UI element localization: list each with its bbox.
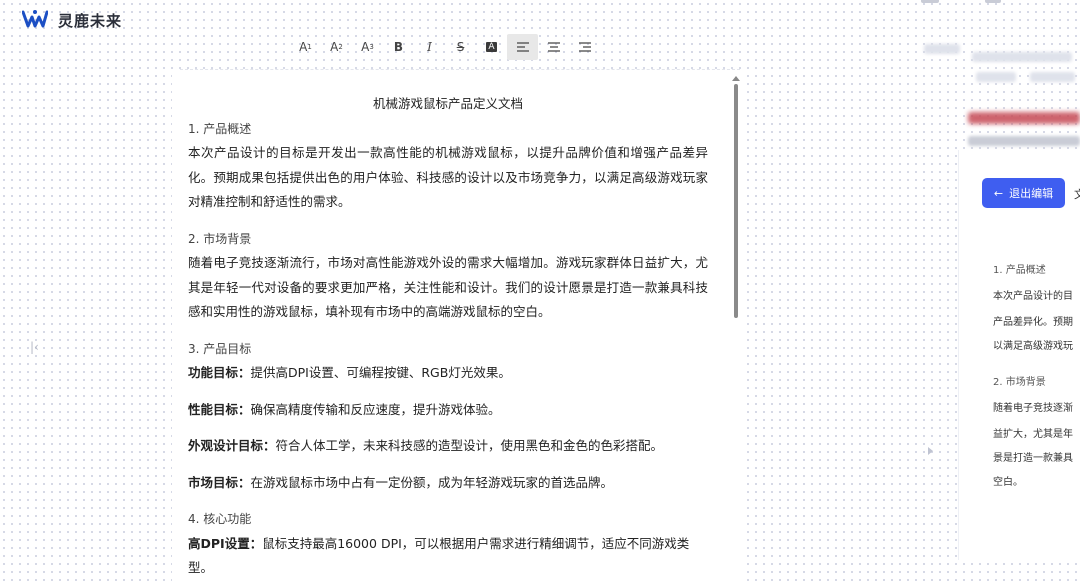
paragraph: 随着电子竞技逐渐流行，市场对高性能游戏外设的需求大幅增加。游戏玩家群体日益扩大，… bbox=[188, 255, 708, 319]
goal-text: 提供高DPI设置、可编程按键、RGB灯光效果。 bbox=[250, 365, 511, 380]
preview-line: 随着电子竞技逐渐 bbox=[993, 403, 1073, 414]
blurred-placeholder bbox=[1030, 72, 1075, 82]
document-editor[interactable]: 机械游戏鼠标产品定义文档 1. 产品概述 本次产品设计的目标是开发出一款高性能的… bbox=[172, 72, 742, 586]
expand-arrow-icon[interactable] bbox=[928, 447, 933, 455]
toolbar-divider bbox=[180, 69, 740, 70]
heading-2-button[interactable]: A2 bbox=[321, 34, 352, 60]
brand-name: 灵鹿未来 bbox=[58, 11, 123, 30]
goal-item: 功能目标：提供高DPI设置、可编程按键、RGB灯光效果。 bbox=[188, 361, 708, 386]
goal-label: 市场目标： bbox=[188, 474, 251, 490]
blurred-placeholder bbox=[972, 52, 1072, 62]
align-right-button[interactable] bbox=[569, 34, 600, 60]
preview-line: 空白。 bbox=[993, 477, 1023, 488]
preview-heading: 1. 产品概述 bbox=[993, 265, 1046, 276]
deer-logo-icon bbox=[22, 10, 48, 28]
partial-button-label[interactable]: 文 bbox=[1074, 186, 1080, 202]
align-center-icon bbox=[547, 42, 560, 52]
exit-edit-label: 退出编辑 bbox=[1009, 187, 1054, 200]
goal-item: 外观设计目标：符合人体工学，未来科技感的造型设计，使用黑色和金色的色彩搭配。 bbox=[188, 434, 708, 459]
brand: 灵鹿未来 bbox=[22, 8, 122, 32]
top-handle bbox=[921, 0, 939, 3]
blurred-placeholder bbox=[924, 44, 960, 54]
strikethrough-button[interactable]: S bbox=[445, 34, 476, 60]
goal-text: 符合人体工学，未来科技感的造型设计，使用黑色和金色的色彩搭配。 bbox=[275, 438, 664, 453]
blurred-placeholder bbox=[968, 136, 1080, 146]
preview-line: 景是打造一款兼具 bbox=[993, 453, 1073, 464]
preview-line: 产品差异化。预期 bbox=[993, 317, 1073, 328]
goal-text: 在游戏鼠标市场中占有一定份额，成为年轻游戏玩家的首选品牌。 bbox=[250, 474, 614, 490]
goal-label: 外观设计目标： bbox=[188, 438, 276, 453]
goal-item: 市场目标：在游戏鼠标市场中占有一定份额，成为年轻游戏玩家的首选品牌。 bbox=[188, 471, 708, 496]
align-left-icon bbox=[516, 42, 529, 52]
blurred-placeholder bbox=[976, 72, 1016, 82]
heading-3-button[interactable]: A3 bbox=[352, 34, 383, 60]
align-right-icon bbox=[578, 42, 591, 52]
heading-1-button[interactable]: A1 bbox=[290, 34, 321, 60]
format-toolbar: A1 A2 A3 B I S A bbox=[290, 34, 600, 60]
document-title: 机械游戏鼠标产品定义文档 bbox=[372, 96, 523, 111]
blurred-placeholder bbox=[968, 112, 1080, 124]
preview-line: 益扩大，尤其是年 bbox=[993, 429, 1073, 440]
preview-line: 本次产品设计的目 bbox=[993, 291, 1073, 302]
goal-label: 性能目标： bbox=[188, 401, 251, 417]
section-heading: 4. 核心功能 bbox=[188, 512, 252, 526]
preview-line: 以满足高级游戏玩 bbox=[993, 341, 1073, 352]
highlight-button[interactable]: A bbox=[476, 34, 507, 60]
bold-button[interactable]: B bbox=[383, 34, 414, 60]
italic-button[interactable]: I bbox=[414, 34, 445, 60]
section-heading: 3. 产品目标 bbox=[188, 341, 252, 356]
collapse-sidebar-icon[interactable]: |‹ bbox=[30, 340, 42, 354]
paragraph: 本次产品设计的目标是开发出一款高性能的机械游戏鼠标，以提升品牌价值和增强产品差异… bbox=[188, 145, 708, 209]
feature-text: 鼠标支持最高16000 DPI，可以根据用户需求进行精细调节，适应不同游戏类型。 bbox=[188, 535, 690, 576]
goal-label: 功能目标： bbox=[188, 365, 251, 380]
feature-item: 高DPI设置：鼠标支持最高16000 DPI，可以根据用户需求进行精细调节，适应… bbox=[188, 532, 708, 581]
document-body[interactable]: 机械游戏鼠标产品定义文档 1. 产品概述 本次产品设计的目标是开发出一款高性能的… bbox=[188, 92, 708, 586]
scroll-up-arrow[interactable] bbox=[732, 76, 740, 81]
top-handle-secondary bbox=[985, 0, 1001, 3]
exit-edit-button[interactable]: ← 退出编辑 bbox=[982, 178, 1065, 208]
goal-item: 性能目标：确保高精度传输和反应速度，提升游戏体验。 bbox=[188, 398, 708, 423]
align-left-button[interactable] bbox=[507, 34, 538, 60]
section-heading: 2. 市场背景 bbox=[188, 231, 252, 246]
align-center-button[interactable] bbox=[538, 34, 569, 60]
feature-label: 高DPI设置： bbox=[188, 535, 263, 551]
arrow-left-icon: ← bbox=[993, 186, 1004, 200]
scrollbar-thumb[interactable] bbox=[734, 84, 738, 318]
goal-text: 确保高精度传输和反应速度，提升游戏体验。 bbox=[250, 401, 501, 417]
preview-heading: 2. 市场背景 bbox=[993, 377, 1046, 388]
section-heading: 1. 产品概述 bbox=[188, 121, 252, 136]
